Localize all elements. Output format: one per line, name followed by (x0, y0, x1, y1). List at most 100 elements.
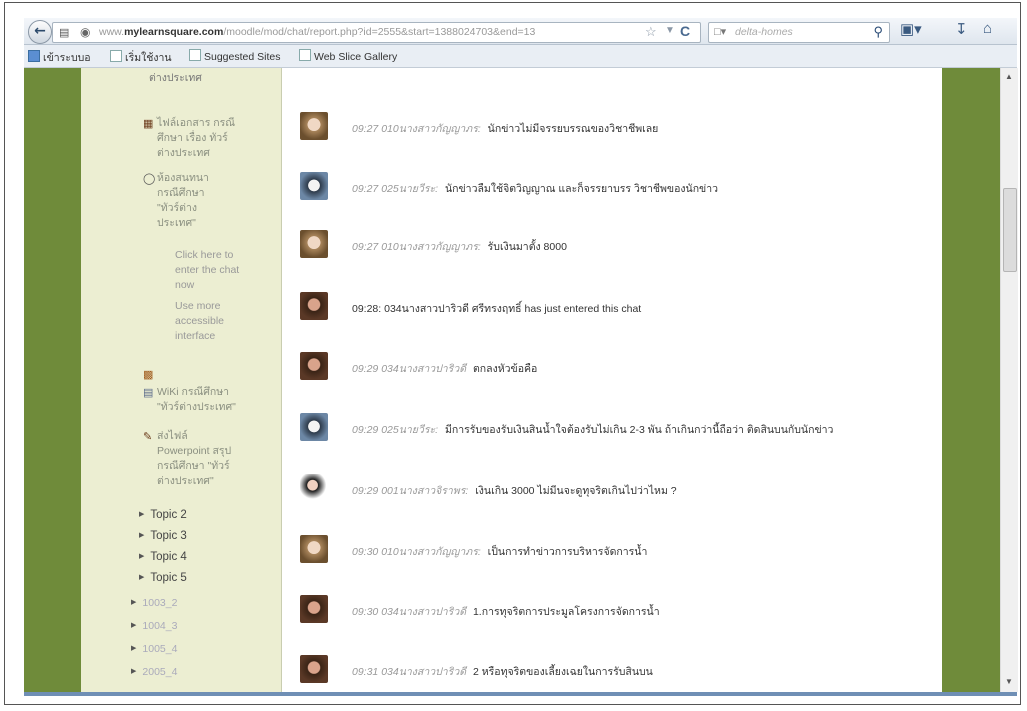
avatar[interactable] (300, 474, 328, 502)
scrollbar-thumb[interactable] (1003, 188, 1017, 272)
sidebar-line: now (175, 279, 195, 291)
dropdown-arrow-icon[interactable]: ▼ (665, 25, 675, 36)
address-bar[interactable]: ▤ ◉ www.mylearnsquare.com/moodle/mod/cha… (52, 22, 701, 43)
search-box[interactable]: □▾ delta-homes ⚲ (708, 22, 890, 43)
message-body: ตกลงหัวข้อคือ (472, 363, 538, 375)
avatar[interactable] (300, 655, 328, 683)
message-time: 09:27 (352, 183, 379, 195)
message-author: 034นางสาวปาริวดี (381, 363, 467, 375)
message-text: 09:27 010นางสาวกัญญาภร: นักข่าวไม่มีจรรย… (352, 120, 658, 137)
sidebar-line: ศึกษา เรื่อง ทัวร์ (157, 132, 228, 144)
accessible-interface-link[interactable]: Use more accessible interface (175, 299, 224, 344)
search-engine-icon[interactable]: □▾ (714, 25, 726, 38)
message-body: มีการรับของรับเงินสินน้ำใจต้องรับไม่เกิน… (444, 424, 834, 436)
topic-item[interactable]: ▶ Topic 2 (139, 509, 187, 521)
avatar[interactable] (300, 595, 328, 623)
url-path: /moodle/mod/chat/report.php?id=2555&star… (223, 26, 536, 38)
message-text: 09:29 025นายวีระ: มีการรับของรับเงินสินน… (352, 421, 833, 438)
message-meta: 09:30 010นางสาวกัญญาภร: (352, 546, 481, 558)
expand-arrow-icon: ▶ (139, 553, 145, 560)
message-body: เป็นการทำข่าวการบริหารจัดการน้ำ (487, 546, 648, 558)
message-time: 09:27 (352, 123, 379, 135)
message-meta: 09:30 034นางสาวปาริวดี (352, 606, 466, 618)
chat-message: 09:30 010นางสาวกัญญาภร: เป็นการทำข่าวการ… (300, 535, 940, 565)
course-item[interactable]: ▶ 1004_3 (131, 620, 177, 632)
sidebar-line: ต่างประเทศ (157, 147, 210, 159)
bookmarks-bar: เข้าระบบอ เริ่มใช้งาน Suggested Sites We… (24, 45, 1017, 68)
topic-item[interactable]: ▶ Topic 5 (139, 572, 187, 584)
enter-chat-link[interactable]: Click here to enter the chat now (175, 248, 239, 293)
bookmark-item[interactable]: Suggested Sites (189, 49, 280, 63)
message-author: 034นางสาวปาริวดี (381, 606, 467, 618)
back-button[interactable]: ← (28, 20, 52, 44)
search-icon[interactable]: ⚲ (873, 24, 883, 40)
sidebar-item-chat[interactable]: ห้องสนทนา กรณีศึกษา "ทัวร์ต่าง ประเทศ" (157, 171, 209, 231)
sidebar-line: ประเทศ" (157, 217, 196, 229)
chat-message: 09:29 025นายวีระ: มีการรับของรับเงินสินน… (300, 413, 940, 443)
bookmark-item[interactable]: เข้าระบบอ (28, 49, 91, 66)
wiki-icon: ▤ (143, 387, 154, 399)
message-meta: 09:27 025นายวีระ: (352, 183, 438, 195)
avatar[interactable] (300, 112, 328, 140)
search-input[interactable]: delta-homes (735, 26, 793, 38)
course-item[interactable]: ▶ 1005_4 (131, 643, 177, 655)
sidebar-line: accessible (175, 315, 225, 327)
message-time: 09:29 (352, 485, 379, 497)
bookmark-icon (299, 49, 311, 61)
topic-label: Topic 3 (150, 530, 187, 542)
bookmark-item[interactable]: Web Slice Gallery (299, 49, 397, 63)
course-item[interactable]: ▶ 2005_4 (131, 666, 177, 678)
download-icon[interactable]: ↧ (955, 20, 968, 38)
bookmarks-menu-icon[interactable]: ▣▾ (900, 20, 922, 38)
message-time: 09:28: (352, 303, 382, 315)
avatar[interactable] (300, 292, 328, 320)
reload-icon[interactable]: C (680, 23, 690, 39)
message-meta: 09:29 025นายวีระ: (352, 424, 438, 436)
message-body: รับเงินมาตั้ง 8000 (487, 241, 567, 253)
course-label: 1003_2 (142, 597, 178, 609)
message-text: 09:29 001นางสาวจิราพร: เงินเกิน 3000 ไม่… (352, 482, 677, 499)
bookmark-label: Suggested Sites (204, 51, 281, 63)
avatar[interactable] (300, 535, 328, 563)
chat-icon: ◯ (143, 173, 156, 185)
avatar[interactable] (300, 352, 328, 380)
course-item[interactable]: ▶ 1003_2 (131, 597, 177, 609)
message-author: 025นายวีระ: (381, 183, 439, 195)
bookmark-item[interactable]: เริ่มใช้งาน (110, 49, 172, 66)
message-meta: 09:29 034นางสาวปาริวดี (352, 363, 466, 375)
avatar[interactable] (300, 413, 328, 441)
vertical-scrollbar[interactable]: ▲ ▼ (1000, 68, 1018, 692)
message-author: 010นางสาวกัญญาภร: (381, 546, 481, 558)
url-text[interactable]: www.mylearnsquare.com/moodle/mod/chat/re… (99, 26, 535, 38)
scroll-down-icon[interactable]: ▼ (1005, 677, 1013, 686)
chat-log: 09:27 010นางสาวกัญญาภร: นักข่าวไม่มีจรรย… (282, 68, 942, 692)
sidebar-item-wiki[interactable]: WiKi กรณีศึกษา "ทัวร์ต่างประเทศ" (157, 385, 236, 415)
message-body: นักข่าวไม่มีจรรยบรรณของวิชาชีพเลย (487, 123, 659, 135)
home-icon[interactable]: ⌂ (983, 20, 992, 37)
message-text: 09:28: 034นางสาวปาริวดี ศรีทรงฤทธิ์ has … (352, 300, 641, 317)
course-label: 1005_4 (142, 643, 178, 655)
bookmark-label: Web Slice Gallery (314, 51, 398, 63)
message-meta: 09:29 001นางสาวจิราพร: (352, 485, 468, 497)
chat-message: 09:30 034นางสาวปาริวดี 1.การทุจริตการประ… (300, 595, 940, 625)
topic-label: Topic 2 (150, 509, 187, 521)
sidebar-line: ต่างประเทศ" (157, 475, 214, 487)
site-identity-icon[interactable]: ▤ (59, 26, 72, 39)
file-icon: ▦ (143, 118, 154, 130)
sidebar-line: ไฟล์เอกสาร กรณี (157, 117, 236, 129)
url-prefix: www. (99, 26, 125, 38)
sidebar-item-assignment[interactable]: ส่งไฟล์ Powerpoint สรุป กรณีศึกษา "ทัวร์… (157, 429, 231, 489)
sidebar-item-file[interactable]: ไฟล์เอกสาร กรณี ศึกษา เรื่อง ทัวร์ ต่างป… (157, 116, 235, 161)
topic-item[interactable]: ▶ Topic 3 (139, 530, 187, 542)
expand-arrow-icon: ▶ (131, 668, 137, 675)
bookmark-star-icon[interactable]: ☆ (645, 24, 657, 40)
scroll-up-icon[interactable]: ▲ (1005, 72, 1013, 81)
avatar[interactable] (300, 230, 328, 258)
message-author: 034นางสาวปาริวดี (381, 666, 467, 678)
chat-message: 09:31 034นางสาวปาริวดี 2 หรือทุจริตของเล… (300, 655, 940, 685)
activity-icon[interactable]: ▩ (143, 368, 153, 381)
topic-label: Topic 4 (150, 551, 187, 563)
avatar[interactable] (300, 172, 328, 200)
topic-item[interactable]: ▶ Topic 4 (139, 551, 187, 563)
bookmark-icon (28, 50, 40, 62)
